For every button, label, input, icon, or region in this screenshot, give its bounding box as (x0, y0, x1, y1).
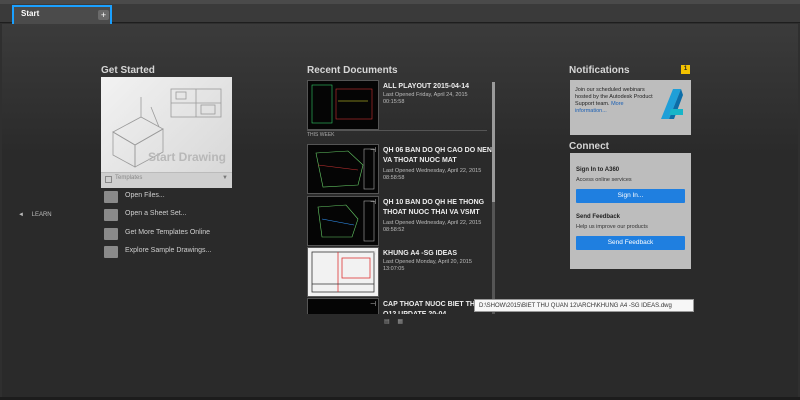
top-bar (0, 0, 800, 23)
learn-label: LEARN (31, 212, 52, 218)
drawing-thumbnail (307, 80, 379, 130)
templates-online-label: Get More Templates Online (125, 229, 211, 236)
tab-start-label: Start (21, 9, 40, 18)
drawing-thumbnail (307, 144, 379, 194)
open-files-label: Open Files... (125, 192, 165, 199)
open-sheet-set-label: Open a Sheet Set... (125, 210, 187, 217)
notifications-heading: Notifications (569, 65, 630, 76)
doc-title: ALL PLAYOUT 2015-04-14 (383, 83, 469, 90)
start-drawing-card[interactable]: Start Drawing Templates ▼ (101, 77, 232, 188)
start-drawing-label: Start Drawing (147, 150, 226, 164)
sign-in-button[interactable]: Sign In... (576, 189, 685, 203)
doc-title: QH 10 BAN DO QH HE THONG THOAT NUOC THAI… (383, 199, 485, 216)
sign-in-heading: Sign In to A360 (576, 167, 620, 173)
doc-last-opened: Last Opened Wednesday, April 22, 2015 (383, 220, 482, 226)
sign-in-subtext: Access online services (576, 177, 632, 183)
templates-online-icon (104, 228, 118, 240)
sheet-set-icon (104, 209, 118, 221)
doc-last-opened: Last Opened Friday, April 24, 2015 (383, 92, 468, 98)
recent-scrollbar[interactable] (492, 82, 495, 314)
doc-time: 00:15:58 (383, 99, 405, 105)
folder-icon (104, 191, 118, 203)
start-drawing-preview: Start Drawing (101, 77, 232, 172)
connect-card: Sign In to A360 Access online services S… (570, 153, 691, 269)
divider (307, 130, 487, 131)
this-week-label: THIS WEEK (307, 132, 335, 138)
file-path-tooltip: D:\SHOW\2015\BIET THU QUAN 12\ARCH\KHUNG… (474, 299, 694, 312)
pin-icon[interactable]: ⊣ (370, 146, 376, 154)
view-toggle[interactable]: ▤ ▦ (384, 318, 403, 325)
recent-doc-item[interactable]: ⊣ KHUNG A4 -SG IDEAS Last Opened Monday,… (307, 247, 487, 297)
notification-count-badge: 1 (681, 65, 690, 74)
doc-title: QH 06 BAN DO QH CAO DO NEN VA THOAT NUOC… (383, 147, 492, 164)
doc-last-opened: Last Opened Monday, April 20, 2015 (383, 259, 472, 265)
new-tab-button[interactable]: + (98, 10, 109, 20)
templates-label: Templates (115, 175, 143, 181)
doc-title: KHUNG A4 -SG IDEAS (383, 250, 458, 257)
recent-doc-item[interactable]: ALL PLAYOUT 2015-04-14 Last Opened Frida… (307, 80, 487, 130)
doc-last-opened: Last Opened Wednesday, April 22, 2015 (383, 168, 482, 174)
chevron-left-icon: ◄ (18, 212, 24, 218)
drawing-thumbnail (307, 298, 379, 314)
doc-time: 08:58:58 (383, 175, 405, 181)
title-strip (0, 0, 800, 4)
doc-title: CAP THOAT NUOC BIET THU Q12 UPDATE 20-04 (383, 301, 480, 314)
autodesk-logo-icon (661, 89, 683, 119)
get-started-heading: Get Started (101, 65, 155, 76)
scrollbar-thumb[interactable] (492, 82, 495, 202)
recent-doc-item[interactable]: ⊣ QH 10 BAN DO QH HE THONG THOAT NUOC TH… (307, 196, 487, 246)
pin-icon[interactable]: ⊣ (370, 249, 376, 257)
list-view-icon[interactable]: ▤ (384, 319, 390, 325)
learn-nav[interactable]: ◄ LEARN (18, 212, 52, 218)
drawing-thumbnail (307, 247, 379, 297)
pin-icon[interactable]: ⊣ (370, 300, 376, 308)
sample-drawings-label: Explore Sample Drawings... (125, 247, 212, 254)
pin-icon[interactable]: ⊣ (370, 198, 376, 206)
recent-doc-item[interactable]: ⊣ QH 06 BAN DO QH CAO DO NEN VA THOAT NU… (307, 144, 492, 194)
feedback-heading: Send Feedback (576, 214, 621, 220)
grid-view-icon[interactable]: ▦ (397, 319, 403, 325)
templates-dropdown[interactable]: Templates ▼ (101, 172, 232, 188)
sample-drawings-icon (104, 246, 118, 258)
notification-card[interactable]: Join our scheduled webinars hosted by th… (570, 80, 691, 135)
recent-documents-heading: Recent Documents (307, 65, 398, 76)
template-icon (105, 176, 112, 183)
feedback-subtext: Help us improve our products (576, 224, 648, 230)
drawing-thumbnail (307, 196, 379, 246)
chevron-down-icon: ▼ (222, 175, 228, 181)
doc-time: 08:58:52 (383, 227, 405, 233)
send-feedback-button[interactable]: Send Feedback (576, 236, 685, 250)
connect-heading: Connect (569, 141, 609, 152)
recent-doc-item[interactable]: ⊣ CAP THOAT NUOC BIET THU Q12 UPDATE 20-… (307, 298, 487, 314)
tab-start[interactable]: Start + (12, 5, 112, 26)
doc-time: 13:07:05 (383, 266, 405, 272)
